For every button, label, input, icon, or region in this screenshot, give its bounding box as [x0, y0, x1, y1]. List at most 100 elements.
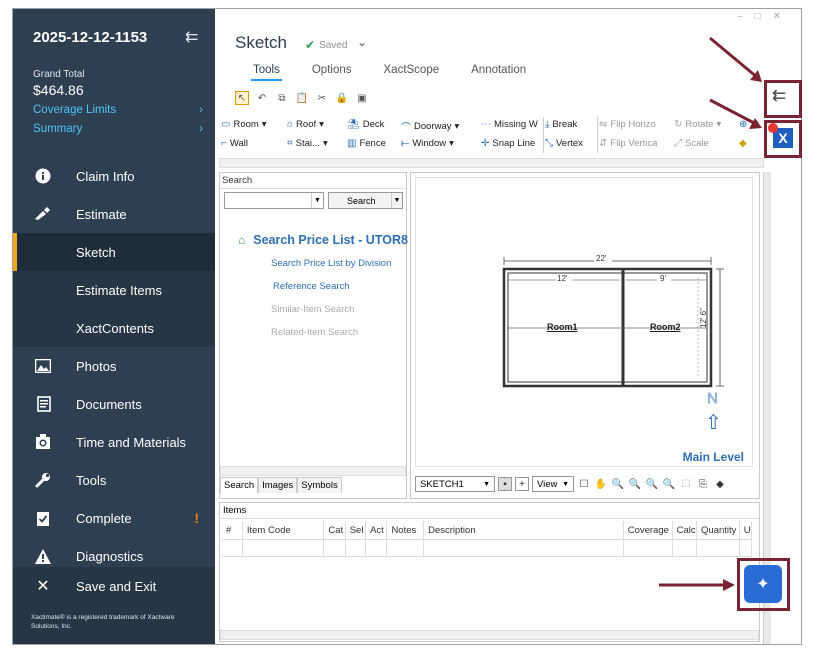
- search-button[interactable]: Search ▼: [328, 192, 403, 209]
- table-row[interactable]: [222, 539, 753, 557]
- missing-wall-tool[interactable]: ⋯ Missing W: [481, 119, 541, 130]
- sidebar: 2025-12-12-1153 ⇇ Grand Total $464.86 Co…: [13, 9, 215, 644]
- frame-icon[interactable]: ☐: [577, 477, 591, 491]
- tab-tools[interactable]: Tools: [251, 64, 282, 81]
- search-scope-select[interactable]: ▼: [224, 192, 324, 209]
- col-sel[interactable]: Sel: [345, 521, 367, 541]
- eraser-icon[interactable]: ◆: [739, 138, 747, 149]
- level-down-icon[interactable]: ▪: [498, 477, 512, 491]
- room-tool[interactable]: ▭ Room ▾: [221, 119, 267, 130]
- copy-icon[interactable]: ⧉: [275, 91, 289, 105]
- sketch-canvas[interactable]: 22' 12' 9' 12' 6" Room1 Room2 N ⇧ Main L…: [410, 172, 760, 499]
- col-coverage[interactable]: Coverage: [623, 521, 673, 541]
- select-pointer-icon[interactable]: ↖: [235, 91, 249, 105]
- paste-icon[interactable]: 📋: [295, 91, 309, 105]
- sketch-selector[interactable]: SKETCH1 ▼: [415, 476, 495, 492]
- nav-estimate[interactable]: Estimate: [13, 195, 215, 233]
- add-level-icon[interactable]: +: [515, 477, 529, 491]
- scale-tool[interactable]: ⤢ Scale: [674, 138, 709, 149]
- collapse-sidebar-icon[interactable]: ⇇: [185, 27, 198, 47]
- search-by-division-link[interactable]: Search Price List by Division: [271, 258, 391, 269]
- nav-label: Time and Materials: [76, 434, 187, 450]
- undo-icon[interactable]: ↶: [255, 91, 269, 105]
- window-tool[interactable]: ⟝ Window ▾: [401, 138, 454, 149]
- ribbon-divider: [597, 117, 598, 153]
- zoom-in-icon[interactable]: 🔍: [628, 477, 642, 491]
- nav-tools[interactable]: Tools: [13, 461, 215, 499]
- pan-hand-icon[interactable]: ✋: [594, 477, 608, 491]
- nav-documents[interactable]: Documents: [13, 385, 215, 423]
- reference-search-link[interactable]: Reference Search: [273, 281, 350, 292]
- col-calc[interactable]: Calc: [672, 521, 698, 541]
- nav-save-exit[interactable]: ✕ Save and Exit: [13, 567, 215, 605]
- tab-search[interactable]: Search: [220, 477, 259, 493]
- stairs-tool[interactable]: ⌗ Stai... ▾: [287, 138, 328, 149]
- drawing-area[interactable]: 22' 12' 9' 12' 6" Room1 Room2 N ⇧ Main L…: [415, 177, 753, 467]
- deck-tool[interactable]: ⛱ Deck: [347, 119, 384, 130]
- tab-images[interactable]: Images: [258, 477, 298, 493]
- nav-label: Tools: [76, 472, 107, 488]
- col-item-code[interactable]: Item Code: [242, 521, 325, 541]
- zoom-out-icon[interactable]: 🔍: [611, 477, 625, 491]
- snap-line-tool[interactable]: ✛ Snap Line: [481, 138, 541, 149]
- nav-sketch[interactable]: Sketch: [13, 233, 215, 271]
- col-act[interactable]: Act: [365, 521, 388, 541]
- save-icon[interactable]: ▣: [355, 91, 369, 105]
- search-panel-header: Search: [220, 173, 406, 189]
- chevron-down-icon[interactable]: ⌄: [357, 35, 367, 49]
- ribbon-scrollbar[interactable]: [219, 158, 764, 168]
- room2-label[interactable]: Room2: [650, 322, 681, 332]
- tab-symbols[interactable]: Symbols: [297, 477, 342, 493]
- col-notes[interactable]: Notes: [386, 521, 425, 541]
- fence-tool[interactable]: ▥ Fence: [347, 138, 386, 149]
- tab-xactscope[interactable]: XactScope: [382, 64, 442, 81]
- doorway-tool[interactable]: ⌒ Doorway ▾: [401, 119, 459, 134]
- break-label: Break: [552, 119, 578, 130]
- col-number[interactable]: #: [222, 521, 243, 541]
- nav-claim-info[interactable]: Claim Info: [13, 157, 215, 195]
- room1-label[interactable]: Room1: [547, 322, 578, 332]
- tab-annotation[interactable]: Annotation: [469, 64, 528, 81]
- window-icon: ⟝: [401, 138, 410, 149]
- nav-complete[interactable]: Complete !: [13, 499, 215, 537]
- annotation-arrow: [709, 98, 762, 129]
- tab-options[interactable]: Options: [310, 64, 354, 81]
- col-description[interactable]: Description: [423, 521, 624, 541]
- vertex-tool[interactable]: ⤡ Vertex: [545, 138, 583, 149]
- window-controls[interactable]: –□✕: [737, 11, 793, 22]
- view-selector[interactable]: View ▼: [532, 476, 574, 492]
- zoom-fit-icon[interactable]: 🔍: [645, 477, 659, 491]
- search-panel-scrollbar[interactable]: [220, 466, 406, 476]
- col-cat[interactable]: Cat: [323, 521, 346, 541]
- roof-tool[interactable]: ⌂ Roof ▾: [287, 119, 324, 130]
- coverage-limits-link[interactable]: Coverage Limits ›: [33, 104, 203, 116]
- layers-icon[interactable]: ◆: [713, 477, 727, 491]
- nav-label: Save and Exit: [76, 578, 157, 594]
- wall-icon: ⌐: [221, 138, 227, 149]
- nav-photos[interactable]: Photos: [13, 347, 215, 385]
- nav-xactcontents[interactable]: XactContents: [13, 309, 215, 347]
- claim-id: 2025-12-12-1153: [33, 29, 148, 46]
- nav-time-materials[interactable]: Time and Materials: [13, 423, 215, 461]
- wall-tool[interactable]: ⌐ Wall: [221, 138, 248, 149]
- flip-horizontal-tool[interactable]: ⇋ Flip Horizo: [599, 119, 667, 130]
- eraser-glyph: ◆: [739, 138, 747, 149]
- break-tool[interactable]: ⤓ Break: [545, 119, 577, 130]
- fence-label: Fence: [359, 138, 386, 149]
- items-scrollbar[interactable]: [220, 630, 759, 640]
- nav-estimate-items[interactable]: Estimate Items: [13, 271, 215, 309]
- summary-label: Summary: [33, 123, 83, 135]
- summary-link[interactable]: Summary ›: [33, 123, 203, 135]
- flip-vertical-tool[interactable]: ⇵ Flip Vertica: [599, 138, 667, 149]
- collapse-panel-icon[interactable]: ⇇: [772, 86, 786, 106]
- col-quantity[interactable]: Quantity: [696, 521, 740, 541]
- ai-assistant-button[interactable]: ✦: [744, 565, 782, 603]
- deck-label: Deck: [362, 119, 385, 130]
- deck-icon: ⛱: [347, 119, 360, 130]
- cut-icon[interactable]: ✂: [315, 91, 329, 105]
- col-unit[interactable]: U: [739, 521, 753, 541]
- north-arrow-icon: ⇧: [705, 412, 722, 434]
- lock-icon[interactable]: 🔒: [335, 91, 349, 105]
- export-icon[interactable]: ⎘: [696, 477, 710, 491]
- break-icon: ⤓: [545, 119, 550, 130]
